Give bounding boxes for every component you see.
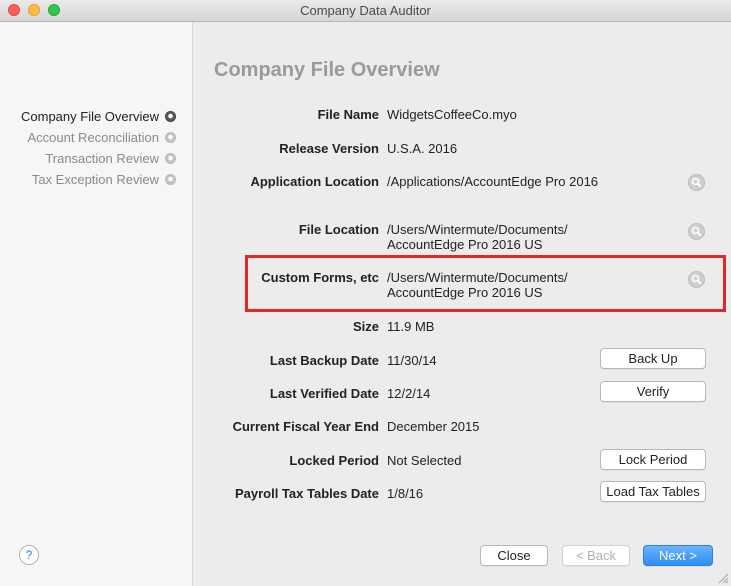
locked-period-value: Not Selected: [387, 453, 462, 468]
reveal-application-location-button[interactable]: [688, 174, 705, 191]
application-location-label: Application Location: [250, 174, 379, 189]
magnifier-icon: [691, 177, 702, 188]
file-location-value-line2: AccountEdge Pro 2016 US: [387, 237, 543, 252]
sidebar-step-label: Account Reconciliation: [27, 129, 159, 145]
resize-grip-icon[interactable]: [718, 573, 729, 584]
file-location-label: File Location: [298, 222, 379, 237]
release-version-label: Release Version: [279, 141, 379, 156]
locked-period-label: Locked Period: [289, 453, 379, 468]
payroll-tax-tables-date-value: 1/8/16: [387, 486, 424, 501]
step-indicator-icon: [165, 173, 176, 185]
size-value: 11.9 MB: [387, 319, 435, 334]
step-indicator-icon: [165, 110, 176, 122]
file-name-value: WidgetsCoffeeCo.myo: [387, 107, 517, 122]
title-bar: Company Data Auditor: [0, 0, 731, 22]
sidebar-step-account-reconciliation[interactable]: Account Reconciliation: [27, 129, 176, 145]
sidebar-step-label: Tax Exception Review: [31, 171, 159, 187]
load-tax-tables-button[interactable]: Load Tax Tables: [600, 481, 706, 502]
sidebar-step-transaction-review[interactable]: Transaction Review: [45, 150, 176, 166]
reveal-file-location-button[interactable]: [688, 223, 705, 240]
file-location-value-line1: /Users/Wintermute/Documents/: [387, 222, 568, 237]
sidebar-step-label: Transaction Review: [45, 150, 159, 166]
application-location-value: /Applications/AccountEdge Pro 2016: [387, 174, 599, 189]
fiscal-year-end-value: December 2015: [387, 419, 480, 434]
next-button[interactable]: Next >: [643, 545, 713, 566]
file-name-label: File Name: [317, 107, 379, 122]
last-backup-date-value: 11/30/14: [387, 353, 437, 368]
last-verified-date-value: 12/2/14: [387, 386, 431, 401]
back-button[interactable]: < Back: [562, 545, 630, 566]
sidebar-step-tax-exception-review[interactable]: Tax Exception Review: [32, 171, 176, 187]
highlight-box: [245, 255, 726, 312]
close-button[interactable]: Close: [480, 545, 548, 566]
window-title: Company Data Auditor: [300, 3, 431, 18]
fiscal-year-end-label: Current Fiscal Year End: [232, 419, 379, 434]
sidebar: Company File Overview Account Reconcilia…: [0, 22, 193, 586]
last-backup-date-label: Last Backup Date: [269, 353, 379, 368]
sidebar-step-label: Company File Overview: [21, 108, 159, 124]
lock-period-button[interactable]: Lock Period: [600, 449, 706, 470]
step-indicator-icon: [165, 131, 176, 143]
back-up-button[interactable]: Back Up: [600, 348, 706, 369]
verify-button[interactable]: Verify: [600, 381, 706, 402]
release-version-value: U.S.A. 2016: [387, 141, 458, 156]
help-button[interactable]: ?: [19, 545, 39, 565]
last-verified-date-label: Last Verified Date: [269, 386, 379, 401]
size-label: Size: [352, 319, 379, 334]
magnifier-icon: [691, 226, 702, 237]
payroll-tax-tables-date-label: Payroll Tax Tables Date: [234, 486, 379, 501]
sidebar-step-company-file-overview[interactable]: Company File Overview: [21, 108, 176, 124]
page-title: Company File Overview: [214, 59, 440, 81]
step-indicator-icon: [165, 152, 176, 164]
